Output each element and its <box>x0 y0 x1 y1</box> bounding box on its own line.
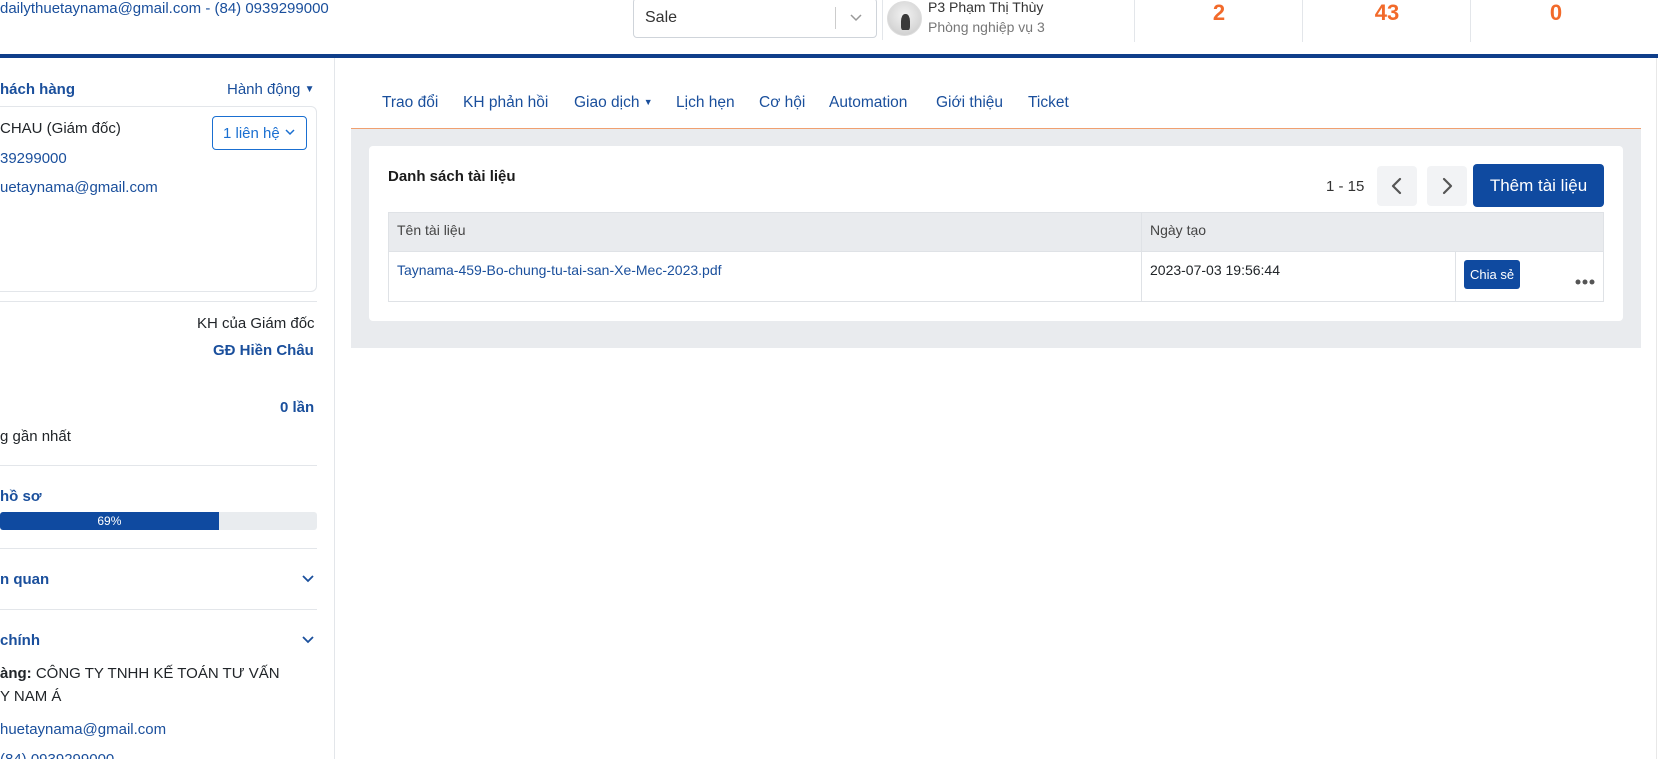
divider <box>0 609 317 610</box>
prev-page-button[interactable] <box>1377 166 1417 206</box>
stage-select[interactable]: Sale <box>633 0 877 38</box>
header-divider <box>882 0 883 40</box>
divider <box>0 465 317 466</box>
header-divider <box>1134 0 1135 42</box>
contact-name: CHAU (Giám đốc) <box>0 120 121 137</box>
tab-gioi-thieu[interactable]: Giới thiệu <box>936 94 1003 112</box>
count-value: 0 lần <box>280 399 315 416</box>
scrollbar[interactable] <box>1656 58 1672 759</box>
stat-value[interactable]: 0 <box>1526 0 1586 26</box>
staff-department: Phòng nghiệp vụ 3 <box>928 19 1045 35</box>
related-section-title[interactable]: n quan <box>0 571 49 588</box>
company-phone[interactable]: (84) 0939299000 <box>0 751 114 759</box>
tab-trao-doi[interactable]: Trao đổi <box>382 94 438 112</box>
company-email[interactable]: huetaynama@gmail.com <box>0 721 166 738</box>
documents-title: Danh sách tài liệu <box>388 168 516 185</box>
profile-progress: 69% <box>0 512 317 530</box>
company-value-cont: Y NAM Á <box>0 688 62 705</box>
tab-automation[interactable]: Automation <box>829 94 907 112</box>
contact-info: dailythuetaynama@gmail.com - (84) 093929… <box>0 0 329 17</box>
recent-label: g gần nhất <box>0 428 71 445</box>
chevron-down-icon <box>848 9 864 29</box>
more-horizontal-icon[interactable] <box>1575 272 1595 288</box>
sidebar-divider <box>334 58 335 759</box>
actions-label: Hành động <box>227 81 301 98</box>
actions-dropdown[interactable]: Hành động ▼ <box>227 81 314 98</box>
chevron-down-icon[interactable] <box>300 570 316 590</box>
tab-co-hoi[interactable]: Cơ hội <box>759 94 805 112</box>
section-customer-title: hách hàng <box>0 81 76 98</box>
stat-value[interactable]: 2 <box>1189 0 1249 26</box>
table-header-row: Tên tài liệu Ngày tạo <box>388 212 1604 252</box>
tab-giao-dich[interactable]: Giao dịch ▼ <box>574 94 653 112</box>
stat-value[interactable]: 43 <box>1357 0 1417 26</box>
staff-name: P3 Phạm Thị Thùy <box>928 0 1044 15</box>
document-link[interactable]: Taynama-459-Bo-chung-tu-tai-san-Xe-Mec-2… <box>397 262 722 278</box>
divider <box>0 548 317 549</box>
chevron-down-icon[interactable] <box>300 631 316 651</box>
share-button[interactable]: Chia sẻ <box>1464 260 1521 289</box>
company-label: àng: <box>0 665 32 682</box>
column-header-name: Tên tài liệu <box>388 212 1142 252</box>
caret-down-icon: ▼ <box>304 84 315 95</box>
add-document-button[interactable]: Thêm tài liệu <box>1473 164 1604 207</box>
divider <box>0 301 317 302</box>
main-section-title[interactable]: chính <box>0 632 40 649</box>
header-accent-bar <box>0 54 1658 58</box>
documents-table: Tên tài liệu Ngày tạo Taynama-459-Bo-chu… <box>388 212 1604 302</box>
table-row: Taynama-459-Bo-chung-tu-tai-san-Xe-Mec-2… <box>388 251 1604 302</box>
company-line: àng: CÔNG TY TNHH KẾ TOÁN TƯ VẤN <box>0 665 280 682</box>
tab-kh-phan-hoi[interactable]: KH phản hồi <box>463 94 548 112</box>
profile-progress-fill: 69% <box>0 512 219 530</box>
contact-email[interactable]: uetaynama@gmail.com <box>0 179 158 196</box>
company-value: CÔNG TY TNHH KẾ TOÁN TƯ VẤN <box>35 665 280 682</box>
tab-giao-dich-label: Giao dịch <box>574 94 640 111</box>
column-header-created: Ngày tạo <box>1141 212 1604 252</box>
select-separator <box>835 7 836 29</box>
contacts-button[interactable]: 1 liên hệ <box>212 116 307 150</box>
avatar <box>887 1 922 36</box>
contact-phone[interactable]: 39299000 <box>0 150 67 167</box>
header-divider <box>1470 0 1471 42</box>
owner-value[interactable]: GĐ Hiền Châu <box>213 342 314 359</box>
profile-section-title: hồ sơ <box>0 488 42 505</box>
owner-label: KH của Giám đốc <box>197 315 315 332</box>
pager-range: 1 - 15 <box>1326 178 1365 195</box>
caret-down-icon: ▼ <box>643 97 653 107</box>
document-date-cell: 2023-07-03 19:56:44 <box>1141 251 1456 302</box>
chevron-left-icon <box>1391 177 1402 195</box>
document-actions-cell: Chia sẻ <box>1455 251 1604 302</box>
chevron-right-icon <box>1442 177 1453 195</box>
next-page-button[interactable] <box>1427 166 1467 206</box>
header-divider <box>1302 0 1303 42</box>
tab-lich-hen[interactable]: Lịch hẹn <box>676 94 735 112</box>
chevron-down-icon <box>285 129 295 136</box>
contacts-button-label: 1 liên hệ <box>223 125 280 142</box>
tab-ticket[interactable]: Ticket <box>1028 94 1069 112</box>
stage-select-value: Sale <box>645 9 678 26</box>
document-name-cell: Taynama-459-Bo-chung-tu-tai-san-Xe-Mec-2… <box>388 251 1142 302</box>
